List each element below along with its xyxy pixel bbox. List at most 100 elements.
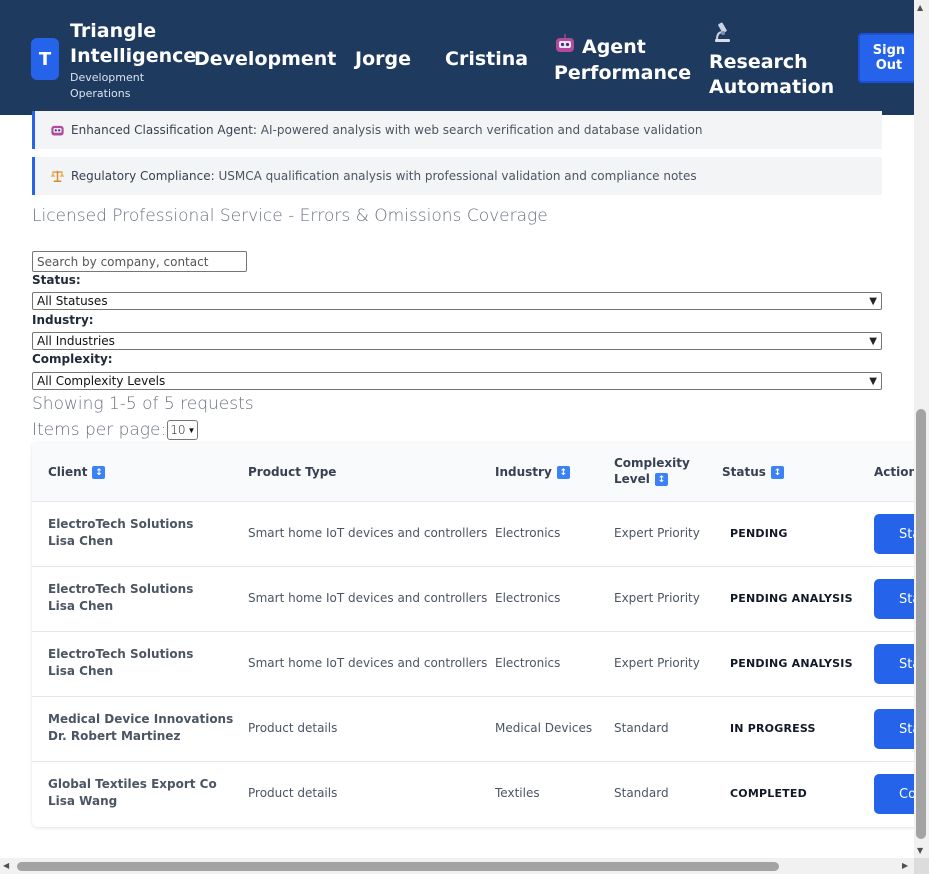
- complexity-filter-value: All Complexity Levels: [37, 374, 166, 388]
- sign-out-label-line1: Sign: [872, 43, 906, 58]
- col-client-label: Client: [48, 465, 88, 479]
- robot-icon: [554, 34, 576, 61]
- scroll-up-arrow-icon[interactable]: ▲: [917, 3, 923, 12]
- sign-out-label-line2: Out: [875, 58, 903, 73]
- client-name: Global Textiles Export Co: [48, 777, 217, 791]
- brand[interactable]: Triangle Intelligence Development Operat…: [70, 19, 196, 102]
- col-complexity-label-line2: Level: [614, 472, 650, 486]
- continue-button[interactable]: Continue: [874, 774, 914, 814]
- scroll-right-arrow-icon[interactable]: ▶: [902, 861, 908, 870]
- microscope-icon: [711, 21, 733, 50]
- table-row: ElectroTech Solutions Lisa Chen Smart ho…: [32, 501, 914, 567]
- nav-agent-label-line1: Agent: [582, 36, 646, 58]
- nav-research-label-line1: Research: [709, 51, 808, 73]
- nav-cristina[interactable]: Cristina: [445, 47, 528, 72]
- complexity-filter-select[interactable]: All Complexity Levels ▼: [32, 372, 882, 390]
- banner-classification-agent: Enhanced Classification Agent: AI-powere…: [32, 111, 882, 149]
- status-badge: PENDING ANALYSIS: [730, 657, 853, 670]
- top-navbar: T Triangle Intelligence Development Oper…: [0, 0, 914, 115]
- banner-compliance-name: Regulatory Compliance:: [71, 169, 215, 183]
- col-industry[interactable]: Industry ↕: [495, 464, 570, 480]
- items-per-page-select[interactable]: 10 ▼: [167, 420, 199, 440]
- client-name: ElectroTech Solutions: [48, 582, 194, 596]
- table-row: Medical Device Innovations Dr. Robert Ma…: [32, 696, 914, 762]
- col-industry-label: Industry: [495, 465, 552, 479]
- nav-jorge[interactable]: Jorge: [355, 47, 411, 72]
- sign-out-button[interactable]: Sign Out: [858, 33, 914, 83]
- start-button[interactable]: Start: [874, 709, 914, 749]
- nav-development[interactable]: Development: [194, 47, 336, 72]
- client-cell: ElectroTech Solutions Lisa Chen: [48, 581, 193, 615]
- client-contact: Lisa Chen: [48, 664, 114, 678]
- logo-icon[interactable]: T: [31, 38, 59, 80]
- complexity-cell: Expert Priority: [614, 526, 700, 540]
- product-cell: Smart home IoT devices and controllers: [248, 656, 488, 670]
- col-actions: Actions: [874, 465, 914, 479]
- col-complexity-label-line1: Complexity: [614, 456, 690, 470]
- scroll-down-arrow-icon[interactable]: ▼: [917, 846, 923, 855]
- nav-research-automation[interactable]: Research Automation: [709, 21, 834, 100]
- col-product-type: Product Type: [248, 465, 337, 479]
- status-filter-select[interactable]: All Statuses ▼: [32, 292, 882, 310]
- col-status[interactable]: Status ↕: [722, 464, 784, 480]
- scroll-left-arrow-icon[interactable]: ◀: [3, 861, 9, 870]
- nav-agent-label-line2: Performance: [554, 62, 692, 84]
- col-complexity[interactable]: Complexity Level ↕: [614, 455, 690, 487]
- client-cell: Global Textiles Export Co Lisa Wang: [48, 776, 217, 810]
- col-client[interactable]: Client ↕: [48, 464, 106, 480]
- start-button[interactable]: Start: [874, 514, 914, 554]
- status-filter-label: Status:: [32, 273, 81, 287]
- product-cell: Smart home IoT devices and controllers: [248, 591, 488, 605]
- sort-icon[interactable]: ↕: [92, 466, 106, 479]
- industry-cell: Electronics: [495, 656, 561, 670]
- complexity-cell: Standard: [614, 721, 669, 735]
- items-per-page-label: Items per page:: [32, 420, 167, 440]
- chevron-down-icon: ▼: [869, 295, 877, 307]
- brand-title-line1: Triangle: [70, 20, 157, 42]
- items-per-page: Items per page: 10 ▼: [32, 420, 199, 440]
- client-name: ElectroTech Solutions: [48, 517, 194, 531]
- start-button[interactable]: Start: [874, 579, 914, 619]
- nav-agent-performance[interactable]: Agent Performance: [554, 34, 691, 86]
- section-title: Licensed Professional Service - Errors &…: [32, 206, 548, 226]
- requests-table: Client ↕ Product Type Industry ↕ Complexit…: [32, 442, 914, 827]
- product-cell: Smart home IoT devices and controllers: [248, 526, 488, 540]
- industry-filter-value: All Industries: [37, 334, 115, 348]
- product-cell: Product details: [248, 786, 338, 800]
- client-contact: Lisa Chen: [48, 599, 114, 613]
- status-filter-value: All Statuses: [37, 294, 108, 308]
- start-button[interactable]: Start: [874, 644, 914, 684]
- chevron-down-icon: ▼: [869, 335, 877, 347]
- complexity-cell: Expert Priority: [614, 656, 700, 670]
- sort-icon[interactable]: ↕: [654, 473, 668, 486]
- banner-agent-text: AI-powered analysis with web search veri…: [260, 123, 703, 137]
- horizontal-scroll-thumb[interactable]: [17, 862, 779, 871]
- scrollbar-corner: [914, 858, 929, 874]
- table-row: Global Textiles Export Co Lisa Wang Prod…: [32, 761, 914, 826]
- vertical-scroll-thumb[interactable]: [916, 409, 926, 839]
- scales-icon: [49, 168, 65, 184]
- client-name: Medical Device Innovations: [48, 712, 234, 726]
- status-badge: IN PROGRESS: [730, 722, 816, 735]
- chevron-down-icon: ▼: [869, 375, 877, 387]
- client-cell: ElectroTech Solutions Lisa Chen: [48, 516, 193, 550]
- industry-cell: Textiles: [495, 786, 540, 800]
- industry-filter-select[interactable]: All Industries ▼: [32, 332, 882, 350]
- sort-icon[interactable]: ↕: [770, 466, 784, 479]
- table-row: ElectroTech Solutions Lisa Chen Smart ho…: [32, 566, 914, 632]
- col-status-label: Status: [722, 465, 766, 479]
- page-viewport: T Triangle Intelligence Development Oper…: [0, 0, 914, 858]
- complexity-filter-label: Complexity:: [32, 352, 113, 366]
- table-row: ElectroTech Solutions Lisa Chen Smart ho…: [32, 631, 914, 697]
- chevron-down-icon: ▼: [187, 425, 196, 435]
- banner-compliance-text: USMCA qualification analysis with profes…: [218, 169, 697, 183]
- results-count: Showing 1-5 of 5 requests: [32, 394, 254, 414]
- client-name: ElectroTech Solutions: [48, 647, 194, 661]
- brand-subtitle-line2: Operations: [70, 87, 131, 100]
- client-contact: Lisa Chen: [48, 534, 114, 548]
- search-input[interactable]: [32, 251, 247, 272]
- items-per-page-value: 10: [170, 423, 186, 437]
- sort-icon[interactable]: ↕: [556, 466, 570, 479]
- nav-research-label-line2: Automation: [709, 76, 835, 98]
- status-badge: PENDING: [730, 527, 788, 540]
